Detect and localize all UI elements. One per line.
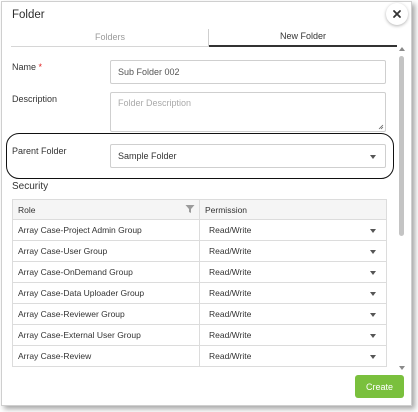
chevron-down-icon (370, 250, 376, 254)
tab-bar: Folders New Folder (11, 26, 397, 47)
permission-value: Read/Write (209, 225, 252, 235)
security-heading: Security (12, 181, 49, 192)
name-field-value: Sub Folder 002 (118, 67, 180, 77)
table-row: Array Case-Review Read/Write (12, 345, 387, 367)
permission-select[interactable]: Read/Write (199, 324, 387, 346)
chevron-down-icon (370, 271, 376, 275)
chevron-down-icon (370, 313, 376, 317)
permission-value: Read/Write (209, 246, 252, 256)
dialog-title: Folder (12, 9, 45, 21)
folder-dialog: Folder Folders New Folder Name * Sub Fol… (1, 1, 412, 406)
scrollbar-thumb[interactable] (399, 56, 404, 236)
chevron-down-icon (370, 155, 376, 159)
permission-value: Read/Write (209, 330, 252, 340)
role-header-label: Role (18, 204, 36, 215)
permission-value: Read/Write (209, 267, 252, 277)
table-row: Array Case-Reviewer Group Read/Write (12, 303, 387, 325)
role-cell: Array Case-External User Group (12, 324, 200, 346)
filter-icon[interactable] (185, 204, 195, 214)
permission-header-label: Permission (205, 204, 248, 215)
table-header-row: Role Permission (12, 199, 387, 220)
required-mark: * (38, 62, 43, 72)
role-cell: Array Case-Data Uploader Group (12, 282, 200, 304)
parent-folder-select[interactable]: Sample Folder (110, 144, 386, 168)
permission-value: Read/Write (209, 309, 252, 319)
chevron-down-icon (370, 292, 376, 296)
description-placeholder: Folder Description (118, 98, 192, 108)
role-cell: Array Case-Project Admin Group (12, 219, 200, 241)
chevron-down-icon (370, 334, 376, 338)
vertical-scrollbar[interactable] (398, 46, 406, 371)
tab-folders[interactable]: Folders (11, 26, 209, 47)
role-cell: Array Case-OnDemand Group (12, 261, 200, 283)
close-button[interactable] (386, 3, 408, 25)
create-button[interactable]: Create (355, 375, 404, 398)
permission-column-header: Permission (199, 199, 387, 220)
table-row: Array Case-Data Uploader Group Read/Writ… (12, 282, 387, 304)
parent-folder-value: Sample Folder (118, 151, 177, 161)
permission-value: Read/Write (209, 351, 252, 361)
resize-handle-icon[interactable] (378, 124, 384, 130)
permission-select[interactable]: Read/Write (199, 345, 387, 367)
parent-folder-label: Parent Folder (12, 146, 67, 156)
scroll-up-icon[interactable] (398, 46, 406, 52)
table-row: Array Case-OnDemand Group Read/Write (12, 261, 387, 283)
permission-select[interactable]: Read/Write (199, 219, 387, 241)
name-label-text: Name (12, 62, 37, 72)
role-column-header: Role (12, 199, 200, 220)
scroll-down-icon[interactable] (398, 365, 406, 371)
chevron-down-icon (370, 355, 376, 359)
permission-value: Read/Write (209, 288, 252, 298)
table-row: Array Case-External User Group Read/Writ… (12, 324, 387, 346)
close-icon[interactable] (392, 9, 402, 19)
chevron-down-icon (370, 229, 376, 233)
role-cell: Array Case-User Group (12, 240, 200, 262)
tab-new-folder[interactable]: New Folder (209, 26, 397, 47)
name-label: Name * (12, 62, 42, 72)
role-cell: Array Case-Review (12, 345, 200, 367)
permission-select[interactable]: Read/Write (199, 240, 387, 262)
permission-select[interactable]: Read/Write (199, 303, 387, 325)
description-field[interactable]: Folder Description (110, 92, 386, 132)
permission-select[interactable]: Read/Write (199, 282, 387, 304)
table-row: Array Case-Project Admin Group Read/Writ… (12, 219, 387, 241)
description-label: Description (12, 94, 58, 104)
name-field[interactable]: Sub Folder 002 (110, 60, 386, 84)
permission-select[interactable]: Read/Write (199, 261, 387, 283)
security-table: Role Permission Array Case-Project Admin… (12, 199, 387, 367)
role-cell: Array Case-Reviewer Group (12, 303, 200, 325)
table-row: Array Case-User Group Read/Write (12, 240, 387, 262)
